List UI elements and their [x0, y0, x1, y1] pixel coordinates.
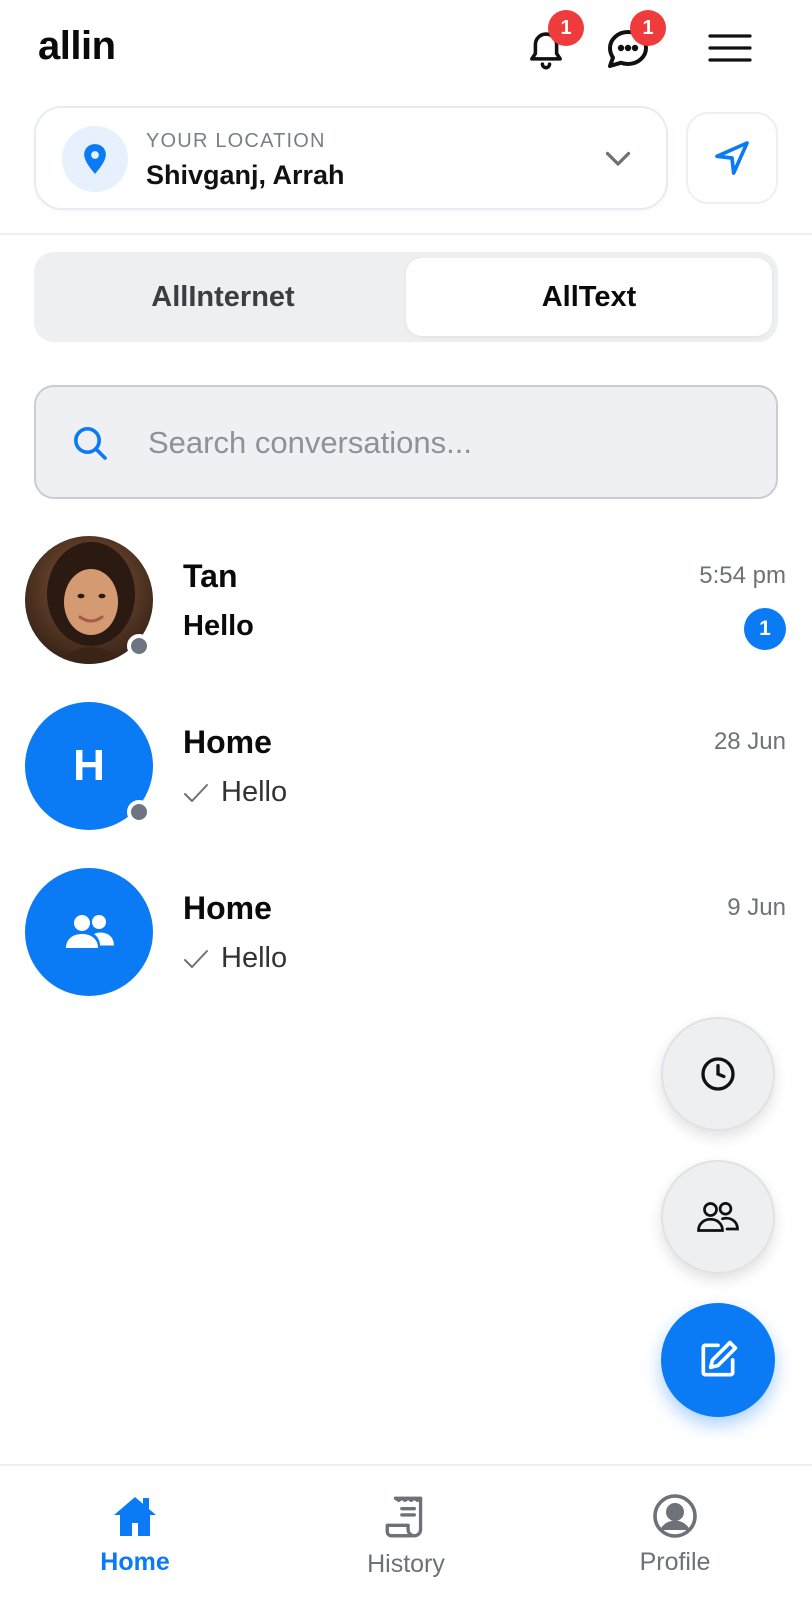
avatar: H — [25, 702, 153, 830]
notifications-button[interactable]: 1 — [518, 10, 584, 78]
notifications-badge: 1 — [548, 10, 584, 46]
current-location-button[interactable] — [686, 112, 778, 204]
conversation-preview-row: Hello — [183, 776, 287, 809]
nav-home[interactable]: Home — [50, 1492, 220, 1592]
location-selector[interactable]: YOUR LOCATION Shivganj, Arrah — [34, 106, 668, 210]
avatar — [25, 868, 153, 996]
conversation-item[interactable]: Tan 5:54 pm Hello 1 — [0, 536, 812, 686]
conversation-item[interactable]: H Home 28 Jun Hello — [0, 702, 812, 852]
new-group-button[interactable] — [661, 1160, 775, 1274]
group-avatar — [25, 868, 153, 996]
tab-allinternet[interactable]: AllInternet — [40, 258, 406, 336]
conversation-preview: Hello — [221, 776, 288, 808]
nav-label: Home — [100, 1548, 170, 1576]
header-divider — [0, 233, 812, 235]
nav-profile[interactable]: Profile — [590, 1492, 760, 1592]
navigation-arrow-icon — [715, 141, 749, 175]
nav-label: History — [367, 1550, 445, 1578]
messages-button[interactable]: 1 — [600, 10, 666, 78]
compose-button[interactable] — [661, 1303, 775, 1417]
profile-icon — [653, 1494, 697, 1538]
location-pin-icon — [62, 126, 128, 192]
conversation-time: 9 Jun — [727, 894, 786, 921]
nav-label: Profile — [639, 1548, 711, 1576]
group-icon — [697, 1202, 739, 1232]
presence-dot — [127, 634, 151, 658]
conversation-item[interactable]: Home 9 Jun Hello — [0, 868, 812, 1018]
search-icon — [74, 427, 107, 460]
conversation-time: 28 Jun — [713, 728, 786, 755]
menu-button[interactable] — [702, 20, 758, 76]
conversation-preview-row: Hello — [183, 942, 287, 975]
nav-history[interactable]: History — [321, 1492, 491, 1592]
hamburger-icon — [708, 34, 752, 62]
bottom-navigation: Home History Profile — [0, 1464, 812, 1600]
clock-icon — [701, 1057, 735, 1091]
chevron-down-icon — [605, 151, 631, 166]
avatar — [25, 536, 153, 664]
search-input[interactable] — [146, 411, 730, 475]
conversation-time: 5:54 pm — [699, 562, 786, 589]
messages-badge: 1 — [630, 10, 666, 46]
conversation-preview: Hello — [221, 942, 288, 974]
group-icon — [66, 915, 114, 948]
tab-alltext[interactable]: AllText — [406, 258, 772, 336]
presence-dot — [127, 800, 151, 824]
conversation-name: Home — [183, 890, 272, 926]
receipt-icon — [385, 1496, 423, 1538]
conversation-name: Tan — [183, 558, 238, 594]
unread-badge: 1 — [744, 608, 786, 650]
app-title: allin — [38, 24, 116, 68]
conversation-name: Home — [183, 724, 272, 760]
home-icon — [114, 1497, 156, 1536]
compose-icon — [701, 1340, 738, 1377]
conversation-preview: Hello — [183, 610, 254, 642]
location-value: Shivganj, Arrah — [146, 160, 345, 190]
recent-button[interactable] — [661, 1017, 775, 1131]
checkmark-icon — [184, 950, 208, 968]
search-bar — [34, 385, 778, 499]
checkmark-icon — [184, 784, 208, 802]
tab-switcher: AllInternet AllText — [34, 252, 778, 342]
location-label: YOUR LOCATION — [146, 130, 326, 152]
